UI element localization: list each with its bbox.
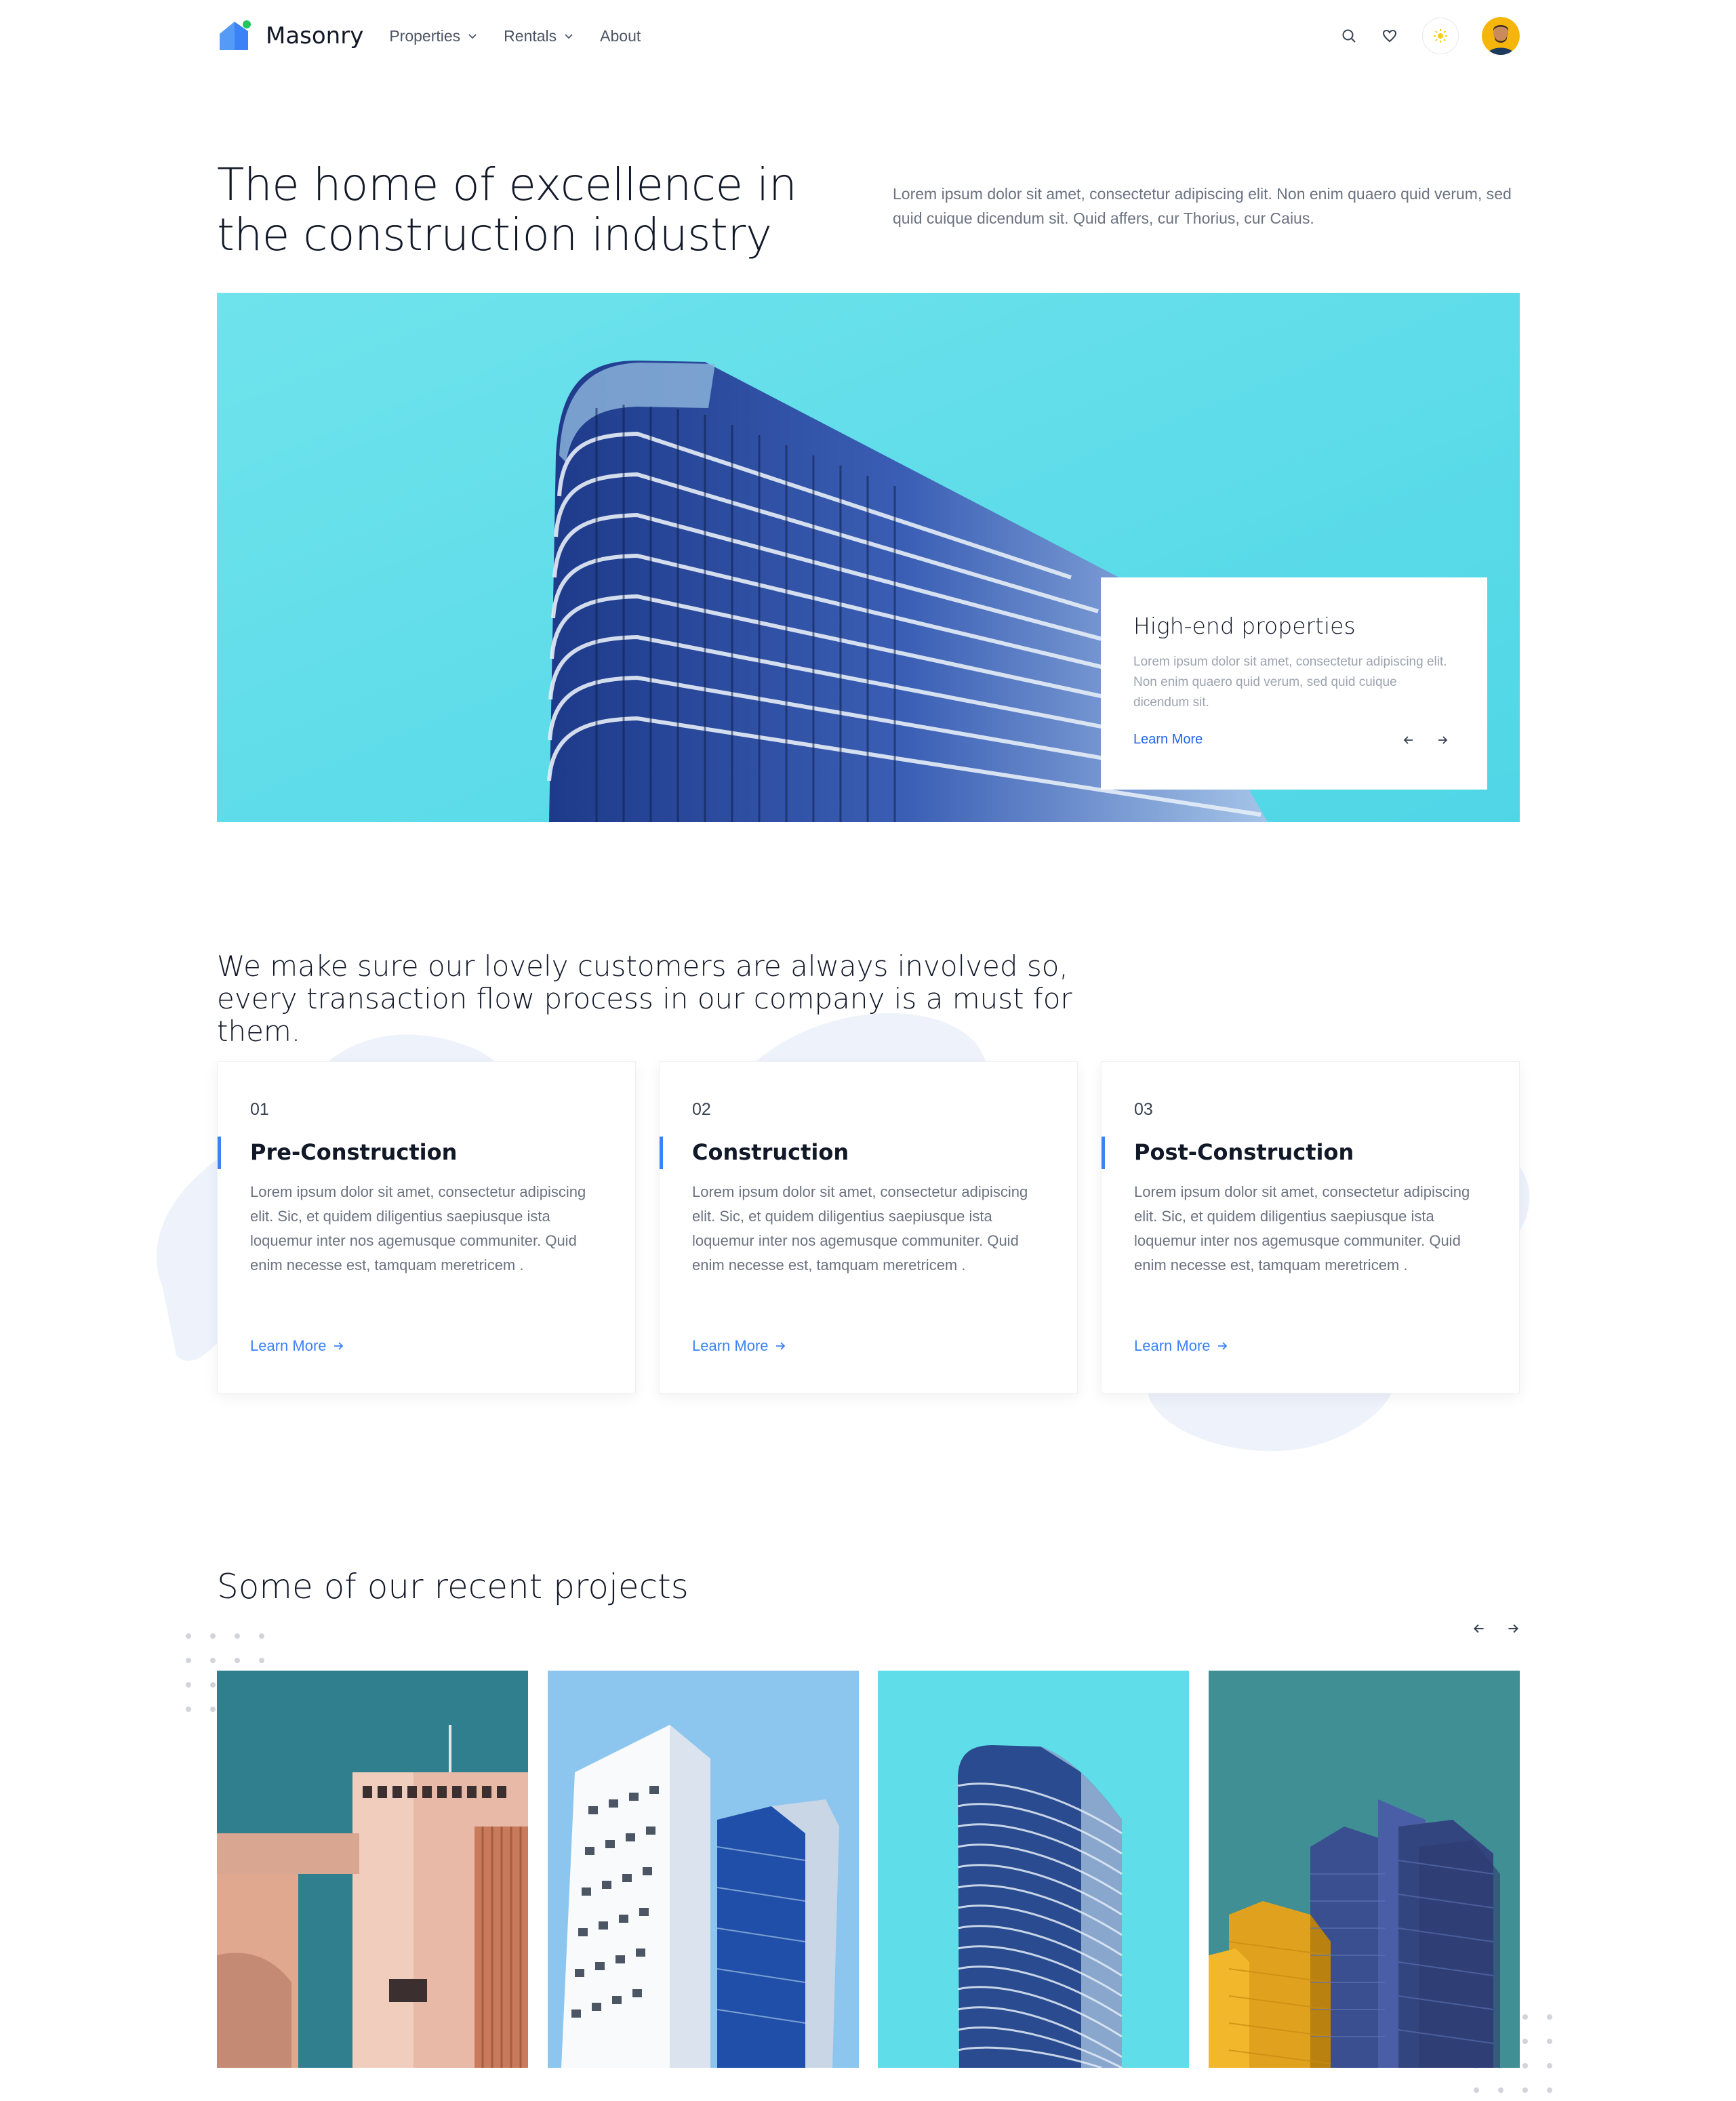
card-text: Lorem ipsum dolor sit amet, consectetur … [692,1183,1028,1273]
card-learn-more-link[interactable]: Learn More [250,1337,344,1355]
main-menu: Properties Rentals About [389,27,666,45]
arrow-left-icon [1403,736,1413,744]
next-project-button[interactable] [1501,1616,1525,1641]
arrow-right-icon [1438,736,1448,744]
card-link-label: Learn More [692,1337,769,1354]
prev-project-button[interactable] [1467,1616,1491,1641]
logo[interactable]: Masonry [217,19,363,53]
card-accent-bar [218,1137,221,1169]
chevron-down-icon [565,34,573,39]
user-avatar-icon [1482,17,1520,55]
hero-subtitle: Lorem ipsum dolor sit amet, consectetur … [893,185,1512,227]
card-title: Post-Construction [1134,1139,1354,1165]
nav-actions [1322,17,1520,55]
menu-item-properties[interactable]: Properties [389,27,478,45]
arrow-right-icon [1217,1342,1227,1350]
process-card: 01 Pre-Construction Lorem ipsum dolor si… [217,1061,636,1393]
project-image-2[interactable] [547,1671,859,2068]
menu-item-rentals[interactable]: Rentals [504,27,574,45]
search-button[interactable] [1335,22,1362,49]
hero-learn-more-link[interactable]: Learn More [1133,732,1203,748]
card-number: 02 [692,1100,711,1119]
top-nav: Masonry Properties Rentals About [217,15,1520,57]
hero-carousel-controls [1387,728,1455,752]
next-slide-button[interactable] [1430,728,1455,752]
project-image-1[interactable] [217,1671,528,2068]
building-image [1208,1671,1520,2068]
process-cards: 01 Pre-Construction Lorem ipsum dolor si… [217,1061,1520,1393]
process-section-title: We make sure our lovely customers are al… [217,950,1072,1048]
card-accent-bar [1102,1137,1105,1169]
house-logo-icon [220,20,251,50]
building-image [547,1671,859,2068]
card-accent-bar [660,1137,663,1169]
card-learn-more-link[interactable]: Learn More [1134,1337,1228,1355]
project-image-4[interactable] [1208,1671,1520,2068]
project-image-3[interactable] [878,1671,1190,2068]
favorites-button[interactable] [1376,22,1403,49]
arrow-right-icon [1508,1624,1519,1633]
arrow-right-icon [334,1342,343,1350]
menu-item-label: About [600,26,641,45]
card-number: 01 [250,1100,269,1119]
hero-card-title: High-end properties [1133,613,1356,639]
hero-title: The home of excellence in the constructi… [217,159,797,261]
hero-feature-card: High-end properties Lorem ipsum dolor si… [1101,577,1487,790]
process-card: 03 Post-Construction Lorem ipsum dolor s… [1101,1061,1520,1393]
card-title: Construction [692,1139,849,1165]
menu-item-label: Properties [389,26,461,45]
hero-card-text: Lorem ipsum dolor sit amet, consectetur … [1133,655,1447,710]
arrow-right-icon [775,1342,785,1350]
logo-text: Masonry [266,22,364,49]
card-title: Pre-Construction [250,1139,458,1165]
card-link-label: Learn More [1134,1337,1211,1354]
process-card: 02 Construction Lorem ipsum dolor sit am… [659,1061,1078,1393]
card-link-label: Learn More [250,1337,327,1354]
projects-section-title: Some of our recent projects [217,1567,689,1606]
theme-toggle-button[interactable] [1422,18,1459,54]
arrow-left-icon [1473,1624,1484,1633]
chevron-down-icon [468,34,477,39]
card-number: 03 [1134,1100,1153,1119]
avatar[interactable] [1482,17,1520,55]
search-icon [1342,29,1356,43]
building-image [217,1671,528,2068]
projects-gallery [217,1671,1520,2068]
prev-slide-button[interactable] [1396,728,1421,752]
card-learn-more-link[interactable]: Learn More [692,1337,786,1355]
menu-item-label: Rentals [504,26,557,45]
menu-item-about[interactable]: About [600,27,641,45]
card-text: Lorem ipsum dolor sit amet, consectetur … [250,1183,586,1273]
sun-icon [1434,29,1447,43]
card-text: Lorem ipsum dolor sit amet, consectetur … [1134,1183,1470,1273]
heart-icon [1382,29,1397,43]
building-image [878,1671,1190,2068]
projects-carousel-controls [1457,1616,1525,1641]
